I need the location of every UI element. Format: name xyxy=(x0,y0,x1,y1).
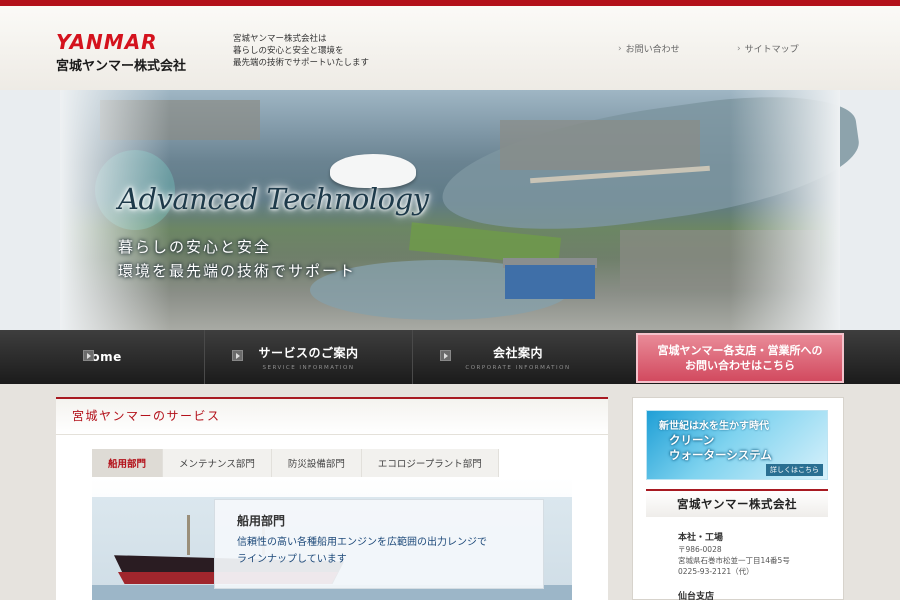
office-label: 本社・工場 xyxy=(678,533,724,543)
hero-title: Advanced Technology xyxy=(118,182,429,216)
chevron-right-icon: › xyxy=(618,43,622,54)
chevron-right-icon: › xyxy=(737,43,741,54)
marine-description-line: 信頼性の高い各種船用エンジンを広範囲の出力レンジで xyxy=(237,537,487,548)
nav-service[interactable]: サービスのご案内 SERVICE INFORMATION xyxy=(205,330,413,384)
hero-subtitle-1: 暮らしの安心と安全 xyxy=(118,238,272,256)
address-line: 〒986-0028 xyxy=(678,545,722,554)
banner-title: クリーン ウォーターシステム xyxy=(669,433,772,463)
marine-description-line: ラインナップしています xyxy=(237,554,347,565)
branch-contact-button[interactable]: 宮城ヤンマー各支店・営業所への お問い合わせはこちら xyxy=(636,333,844,383)
tab-marine[interactable]: 船用部門 xyxy=(92,449,164,477)
cta-line-2: お問い合わせはこちら xyxy=(685,359,795,372)
arrow-right-icon xyxy=(440,350,451,361)
office-address: 〒986-0028 宮城県石巻市松並一丁目14番5号 0225-93-2121（… xyxy=(678,544,790,577)
marine-info-card: 船用部門 信頼性の高い各種船用エンジンを広範囲の出力レンジで ラインナップしてい… xyxy=(214,499,544,589)
banner-title-line: クリーン xyxy=(669,433,715,447)
banner-tagline: 新世紀は水を生かす時代 xyxy=(659,421,769,432)
sidebar-company-header: 宮城ヤンマー株式会社 xyxy=(646,489,828,517)
hero-subtitle-2: 環境を最先端の技術でサポート xyxy=(118,262,357,280)
banner-details-link[interactable]: 詳しくはこちら xyxy=(766,464,823,476)
service-tabs: 船用部門 メンテナンス部門 防災設備部門 エコロジープラント部門 xyxy=(92,449,572,477)
tab-maintenance[interactable]: メンテナンス部門 xyxy=(163,449,272,477)
header-link-contact[interactable]: › お問い合わせ xyxy=(618,42,680,56)
nav-company[interactable]: 会社案内 CORPORATE INFORMATION xyxy=(413,330,623,384)
tab-panel-marine: 船用部門 信頼性の高い各種船用エンジンを広範囲の出力レンジで ラインナップしてい… xyxy=(92,477,572,600)
logo-company-text: 宮城ヤンマー株式会社 xyxy=(56,59,187,74)
sidebar-company-title: 宮城ヤンマー株式会社 xyxy=(677,497,797,511)
address-line: 0225-93-2121（代） xyxy=(678,567,754,576)
cta-line-1: 宮城ヤンマー各支店・営業所への xyxy=(657,344,823,357)
tagline-line: 宮城ヤンマー株式会社は xyxy=(233,34,327,44)
next-office-label: 仙台支店 xyxy=(678,592,715,600)
arrow-right-icon xyxy=(232,350,243,361)
ship-crane xyxy=(187,515,190,555)
tagline-line: 最先端の技術でサポートいたします xyxy=(233,58,370,68)
nav-home[interactable]: home xyxy=(0,330,205,384)
hero-banner: Advanced Technology 暮らしの安心と安全 環境を最先端の技術で… xyxy=(0,90,900,330)
yanmar-logo[interactable]: YANMAR 宮城ヤンマー株式会社 xyxy=(56,32,186,74)
header-link-sitemap[interactable]: › サイトマップ xyxy=(737,42,799,56)
hero-fade-right xyxy=(730,90,840,330)
clean-water-banner[interactable]: 新世紀は水を生かす時代 クリーン ウォーターシステム 詳しくはこちら xyxy=(646,410,828,480)
section-title: 宮城ヤンマーのサービス xyxy=(72,409,221,423)
tagline-line: 暮らしの安心と安全と環境を xyxy=(233,46,344,56)
site-header: YANMAR 宮城ヤンマー株式会社 宮城ヤンマー株式会社は 暮らしの安心と安全と… xyxy=(0,6,900,90)
marine-title: 船用部門 xyxy=(237,514,286,528)
header-link-sitemap-label: サイトマップ xyxy=(744,45,799,55)
header-tagline: 宮城ヤンマー株式会社は 暮らしの安心と安全と環境を 最先端の技術でサポートいたし… xyxy=(233,33,403,69)
nav-company-label: 会社案内 xyxy=(492,345,543,360)
header-link-contact-label: お問い合わせ xyxy=(625,45,680,55)
tab-ecology-plant[interactable]: エコロジープラント部門 xyxy=(361,449,499,477)
banner-title-line: ウォーターシステム xyxy=(669,448,772,462)
nav-company-sublabel: CORPORATE INFORMATION xyxy=(465,364,571,371)
marine-description: 信頼性の高い各種船用エンジンを広範囲の出力レンジで ラインナップしています xyxy=(237,534,537,568)
logo-brand-text: YANMAR xyxy=(56,30,158,54)
photo-building xyxy=(505,265,595,299)
address-line: 宮城県石巻市松並一丁目14番5号 xyxy=(678,556,790,565)
arrow-right-icon xyxy=(83,350,94,361)
photo-town xyxy=(500,120,700,170)
tab-disaster-prevention[interactable]: 防災設備部門 xyxy=(271,449,362,477)
nav-service-label: サービスのご案内 xyxy=(258,345,359,360)
nav-service-sublabel: SERVICE INFORMATION xyxy=(262,364,355,371)
